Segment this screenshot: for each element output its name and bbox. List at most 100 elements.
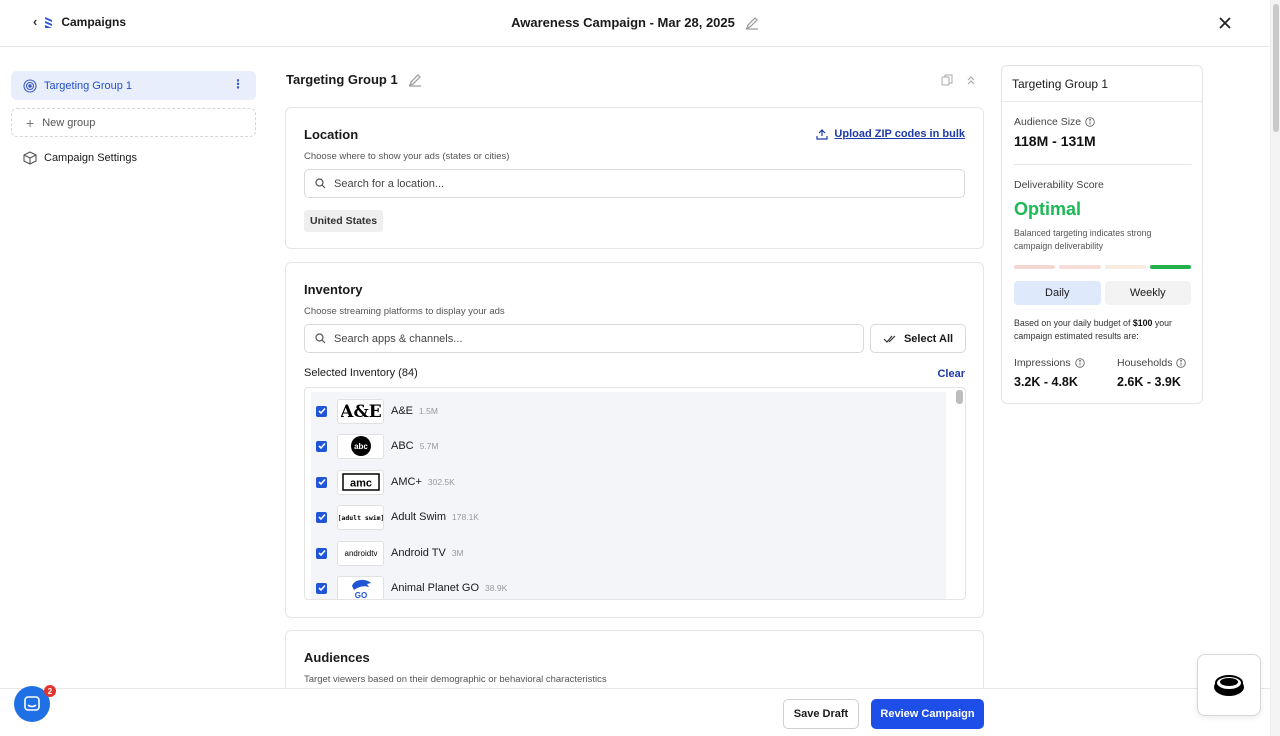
list-item[interactable]: amc AMC+ 302.5K [311, 465, 946, 499]
sidebar-item-label: Campaign Settings [44, 151, 137, 164]
select-all-label: Select All [903, 332, 954, 345]
inventory-card: Inventory Choose streaming platforms to … [285, 262, 984, 618]
inventory-title: Inventory [304, 282, 363, 297]
deliverability-value: Optimal [1014, 199, 1082, 219]
checkbox-checked[interactable] [316, 582, 327, 594]
list-item[interactable]: abc ABC 5.7M [311, 429, 946, 463]
upload-zip-label: Upload ZIP codes in bulk [834, 128, 965, 140]
inventory-count: 302.5K [427, 477, 455, 487]
inventory-name: Adult Swim [391, 511, 447, 523]
info-icon[interactable] [1085, 117, 1095, 127]
checkbox-checked[interactable] [316, 476, 327, 488]
sidebar-item-label: Targeting Group 1 [44, 79, 133, 92]
top-header: ‹ Campaigns Awareness Campaign - Mar 28,… [0, 0, 1270, 47]
inventory-count: 178.1K [452, 512, 479, 522]
impressions-label: Impressions [1014, 357, 1071, 369]
inventory-list: A&E A&E 1.5M abc ABC 5.7M amc AMC+ 302.5… [304, 387, 966, 600]
clear-selection-button[interactable]: Clear [937, 368, 965, 380]
double-check-icon [883, 335, 896, 343]
summary-title: Targeting Group 1 [1002, 66, 1202, 102]
inventory-search-placeholder: Search apps & channels... [334, 332, 463, 345]
cube-icon [23, 150, 37, 165]
edit-group-name-icon[interactable] [408, 73, 422, 87]
checkbox-checked[interactable] [316, 405, 327, 417]
summary-panel: Targeting Group 1 Audience Size 118M - 1… [1001, 65, 1203, 404]
budget-note-pre: Based on your daily budget of [1014, 318, 1133, 328]
toggle-weekly[interactable]: Weekly [1104, 281, 1191, 305]
inventory-count: 38.9K [485, 583, 508, 593]
location-subtitle: Choose where to show your ads (states or… [304, 151, 510, 162]
save-draft-button[interactable]: Save Draft [783, 699, 859, 729]
bottom-action-bar: Save Draft Review Campaign [0, 688, 1270, 736]
ae-logo-icon: A&E [337, 398, 384, 424]
adult-swim-logo-icon: [adult swim] [337, 504, 384, 530]
help-widget-button[interactable] [1197, 654, 1261, 716]
duplicate-icon[interactable] [941, 74, 953, 86]
deliverability-description: Balanced targeting indicates strong camp… [1014, 228, 1152, 251]
location-title: Location [304, 127, 359, 142]
inventory-count: 3M [451, 548, 464, 558]
info-icon[interactable] [1074, 358, 1085, 368]
chat-icon [24, 696, 40, 711]
inventory-subtitle: Choose streaming platforms to display yo… [304, 306, 505, 317]
sidebar-item-campaign-settings[interactable]: Campaign Settings [11, 143, 256, 172]
checkbox-checked[interactable] [316, 511, 327, 523]
inventory-search-input[interactable]: Search apps & channels... [304, 324, 864, 353]
inventory-count: 5.7M [419, 441, 439, 451]
inventory-name: Animal Planet GO [391, 582, 480, 594]
list-item[interactable]: A&E A&E 1.5M [311, 394, 946, 428]
list-item[interactable]: [adult swim] Adult Swim 178.1K [311, 500, 946, 534]
inventory-name: Android TV [391, 547, 446, 559]
review-campaign-button[interactable]: Review Campaign [871, 699, 984, 729]
widget-logo-icon [1214, 675, 1244, 696]
toggle-daily[interactable]: Daily [1014, 281, 1101, 305]
location-card: Location Choose where to show your ads (… [285, 107, 984, 249]
inventory-name: A&E [391, 405, 414, 417]
edit-title-icon[interactable] [745, 16, 759, 30]
households-label: Households [1117, 357, 1173, 369]
impressions-value: 3.2K - 4.8K [1014, 375, 1078, 389]
divider [1014, 164, 1191, 165]
page-scrollbar[interactable] [1270, 0, 1280, 736]
close-icon[interactable] [1216, 14, 1234, 32]
budget-note: Based on your daily budget of $100 your … [1014, 317, 1192, 343]
budget-amount: $100 [1132, 318, 1153, 328]
sidebar-item-targeting-group-1[interactable]: Targeting Group 1 ⋮ [11, 71, 256, 100]
list-item[interactable]: androidtv Android TV 3M [311, 536, 946, 570]
upload-zip-link[interactable]: Upload ZIP codes in bulk [816, 128, 965, 140]
svg-text:GO: GO [354, 591, 366, 600]
svg-text:amc: amc [349, 478, 371, 490]
plus-icon: + [26, 114, 35, 131]
page-scrollbar-thumb[interactable] [1273, 4, 1279, 132]
checkbox-checked[interactable] [316, 547, 327, 559]
android-tv-logo-icon: androidtv [337, 540, 384, 566]
audience-size-label: Audience Size [1014, 116, 1082, 128]
meter-segment-mid [1104, 265, 1146, 269]
list-scrollbar-thumb[interactable] [956, 390, 963, 404]
list-scrollbar[interactable] [956, 390, 963, 599]
notification-badge: 2 [44, 685, 56, 697]
audiences-title: Audiences [304, 650, 370, 665]
select-all-button[interactable]: Select All [870, 324, 966, 353]
inventory-list-body: A&E A&E 1.5M abc ABC 5.7M amc AMC+ 302.5… [311, 392, 946, 600]
group-title-wrap: Targeting Group 1 [286, 72, 422, 87]
svg-text:[adult swim]: [adult swim] [339, 514, 383, 522]
location-search-placeholder: Search for a location... [334, 177, 445, 190]
checkbox-checked[interactable] [316, 440, 327, 452]
svg-text:A&E: A&E [341, 402, 381, 421]
more-options-icon[interactable]: ⋮ [232, 78, 244, 90]
abc-logo-icon: abc [337, 433, 384, 459]
deliverability-meter [1014, 265, 1191, 269]
info-icon[interactable] [1176, 358, 1187, 368]
svg-text:androidtv: androidtv [344, 549, 377, 558]
search-icon [315, 333, 326, 344]
list-item[interactable]: GO Animal Planet GO 38.9K [311, 571, 946, 600]
sidebar-item-label: New group [42, 116, 96, 129]
amc-logo-icon: amc [337, 469, 384, 495]
location-chip[interactable]: United States [304, 210, 384, 232]
audience-size-label-wrap: Audience Size [1014, 116, 1095, 128]
location-search-input[interactable]: Search for a location... [304, 169, 965, 198]
new-group-button[interactable]: + New group [11, 108, 256, 137]
meter-segment-high [1149, 265, 1191, 269]
collapse-icon[interactable] [965, 74, 977, 86]
